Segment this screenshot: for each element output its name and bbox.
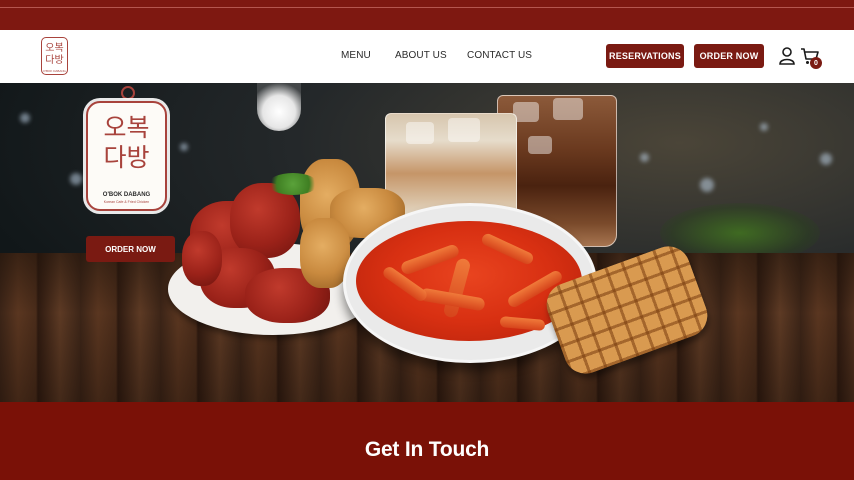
logo-hanging-ring bbox=[121, 86, 135, 100]
nav-link-about-us[interactable]: ABOUT US bbox=[395, 50, 447, 61]
user-icon[interactable] bbox=[779, 47, 795, 65]
hero-logo-name: O'BOK DABANG bbox=[102, 192, 151, 198]
top-bar-divider bbox=[0, 7, 854, 8]
bokeh-light bbox=[820, 153, 832, 165]
reservations-button[interactable]: RESERVATIONS bbox=[606, 44, 684, 68]
get-in-touch-heading: Get In Touch bbox=[364, 438, 490, 461]
bokeh-light bbox=[70, 173, 82, 185]
order-now-button[interactable]: ORDER NOW bbox=[694, 44, 764, 68]
nav-link-contact-us[interactable]: CONTACT US bbox=[467, 50, 532, 61]
ice-cube bbox=[448, 118, 480, 142]
top-bar bbox=[0, 0, 854, 30]
hero-logo-korean-line1: 오복 bbox=[103, 113, 150, 142]
bokeh-light bbox=[20, 113, 30, 123]
bokeh-light bbox=[760, 123, 768, 131]
cart-count-badge: 0 bbox=[810, 57, 822, 69]
site-logo[interactable]: 오복 다방 O'BOK DABANG bbox=[41, 37, 68, 75]
bokeh-light bbox=[640, 153, 649, 162]
logo-korean-line2: 다방 bbox=[45, 55, 64, 66]
logo-small-name: O'BOK DABANG bbox=[43, 69, 66, 73]
hero-logo-korean-line2: 다방 bbox=[103, 143, 150, 172]
logo-korean-line1: 오복 bbox=[45, 43, 64, 54]
hero-logo-tagline: Korean Cafe & Fried Chicken bbox=[103, 200, 150, 204]
site-header: 오복 다방 O'BOK DABANG MENU ABOUT US CONTACT… bbox=[0, 30, 854, 83]
ice-cube bbox=[553, 98, 583, 120]
hero-banner: 오복 다방 O'BOK DABANG Korean Cafe & Fried C… bbox=[0, 83, 854, 402]
hanging-lamp bbox=[257, 83, 301, 131]
nav-link-menu[interactable]: MENU bbox=[341, 50, 371, 61]
herb-garnish bbox=[268, 173, 318, 195]
bokeh-light bbox=[180, 143, 188, 151]
bokeh-light bbox=[700, 178, 714, 192]
ice-cube bbox=[528, 136, 552, 154]
ice-cube bbox=[406, 122, 434, 144]
yangnyeom-chicken-piece bbox=[182, 231, 222, 286]
hero-order-now-button[interactable]: ORDER NOW bbox=[86, 236, 175, 262]
hero-logo-card: 오복 다방 O'BOK DABANG Korean Cafe & Fried C… bbox=[86, 101, 167, 211]
